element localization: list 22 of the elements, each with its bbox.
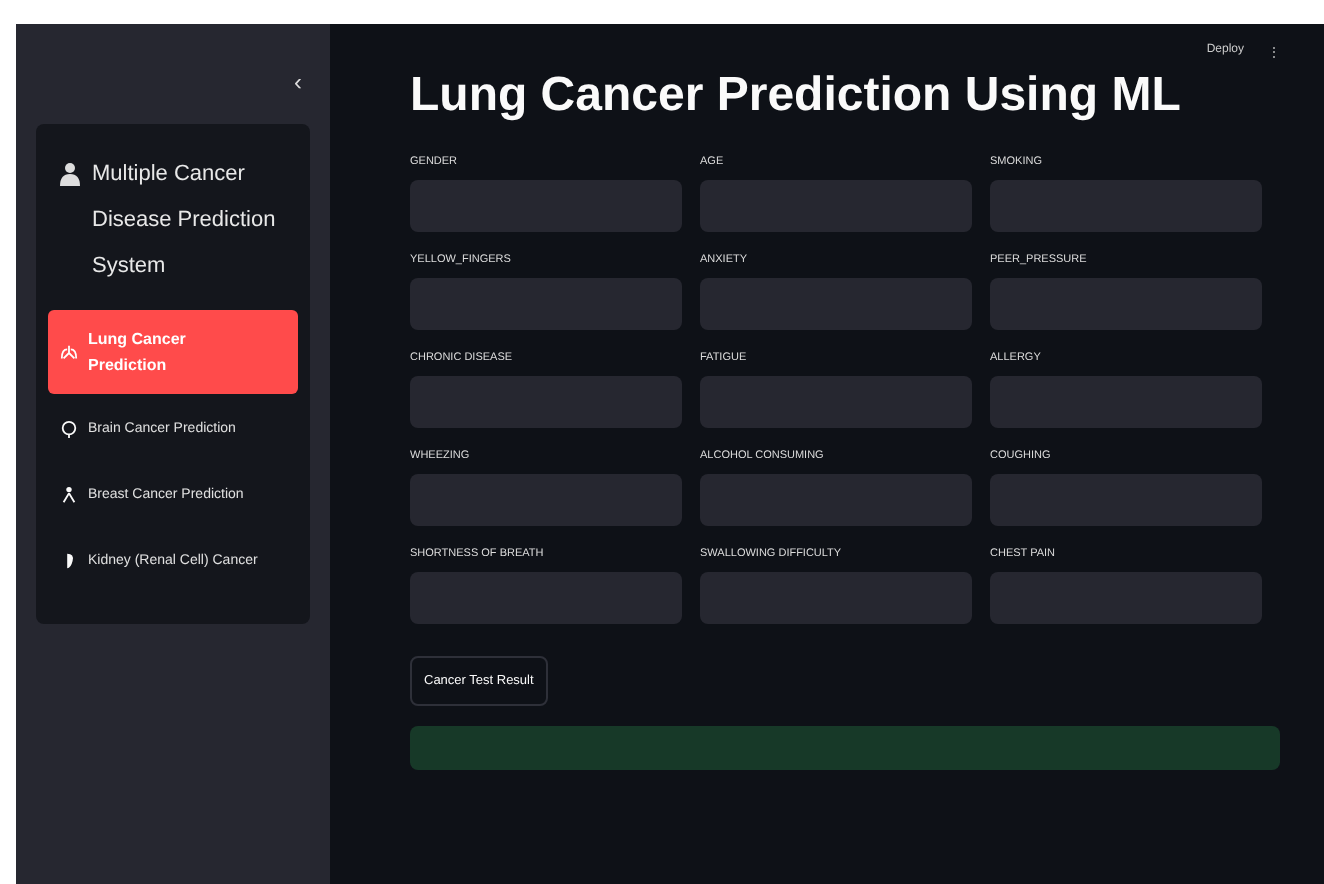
lungs-icon [60, 343, 78, 361]
input-field[interactable] [410, 278, 682, 330]
input-field[interactable] [700, 278, 972, 330]
input-field[interactable] [990, 376, 1262, 428]
app-title: Multiple Cancer Disease Prediction System [92, 160, 278, 282]
person-icon [60, 162, 80, 186]
collapse-icon[interactable]: ‹ [294, 68, 310, 96]
person-icon [60, 485, 78, 503]
input-field[interactable] [700, 180, 972, 232]
input-field[interactable] [990, 474, 1262, 526]
brain-icon [60, 419, 78, 437]
input-field[interactable] [990, 278, 1262, 330]
input-field[interactable] [700, 474, 972, 526]
input-field[interactable] [410, 376, 682, 428]
input-field[interactable] [990, 572, 1262, 624]
input-field[interactable] [410, 474, 682, 526]
input-field[interactable] [700, 572, 972, 624]
input-field[interactable] [990, 180, 1262, 232]
input-field[interactable] [700, 376, 972, 428]
input-field[interactable] [410, 572, 682, 624]
page-title: Lung Cancer Prediction Using ML [410, 68, 1183, 124]
input-field[interactable] [410, 180, 682, 232]
